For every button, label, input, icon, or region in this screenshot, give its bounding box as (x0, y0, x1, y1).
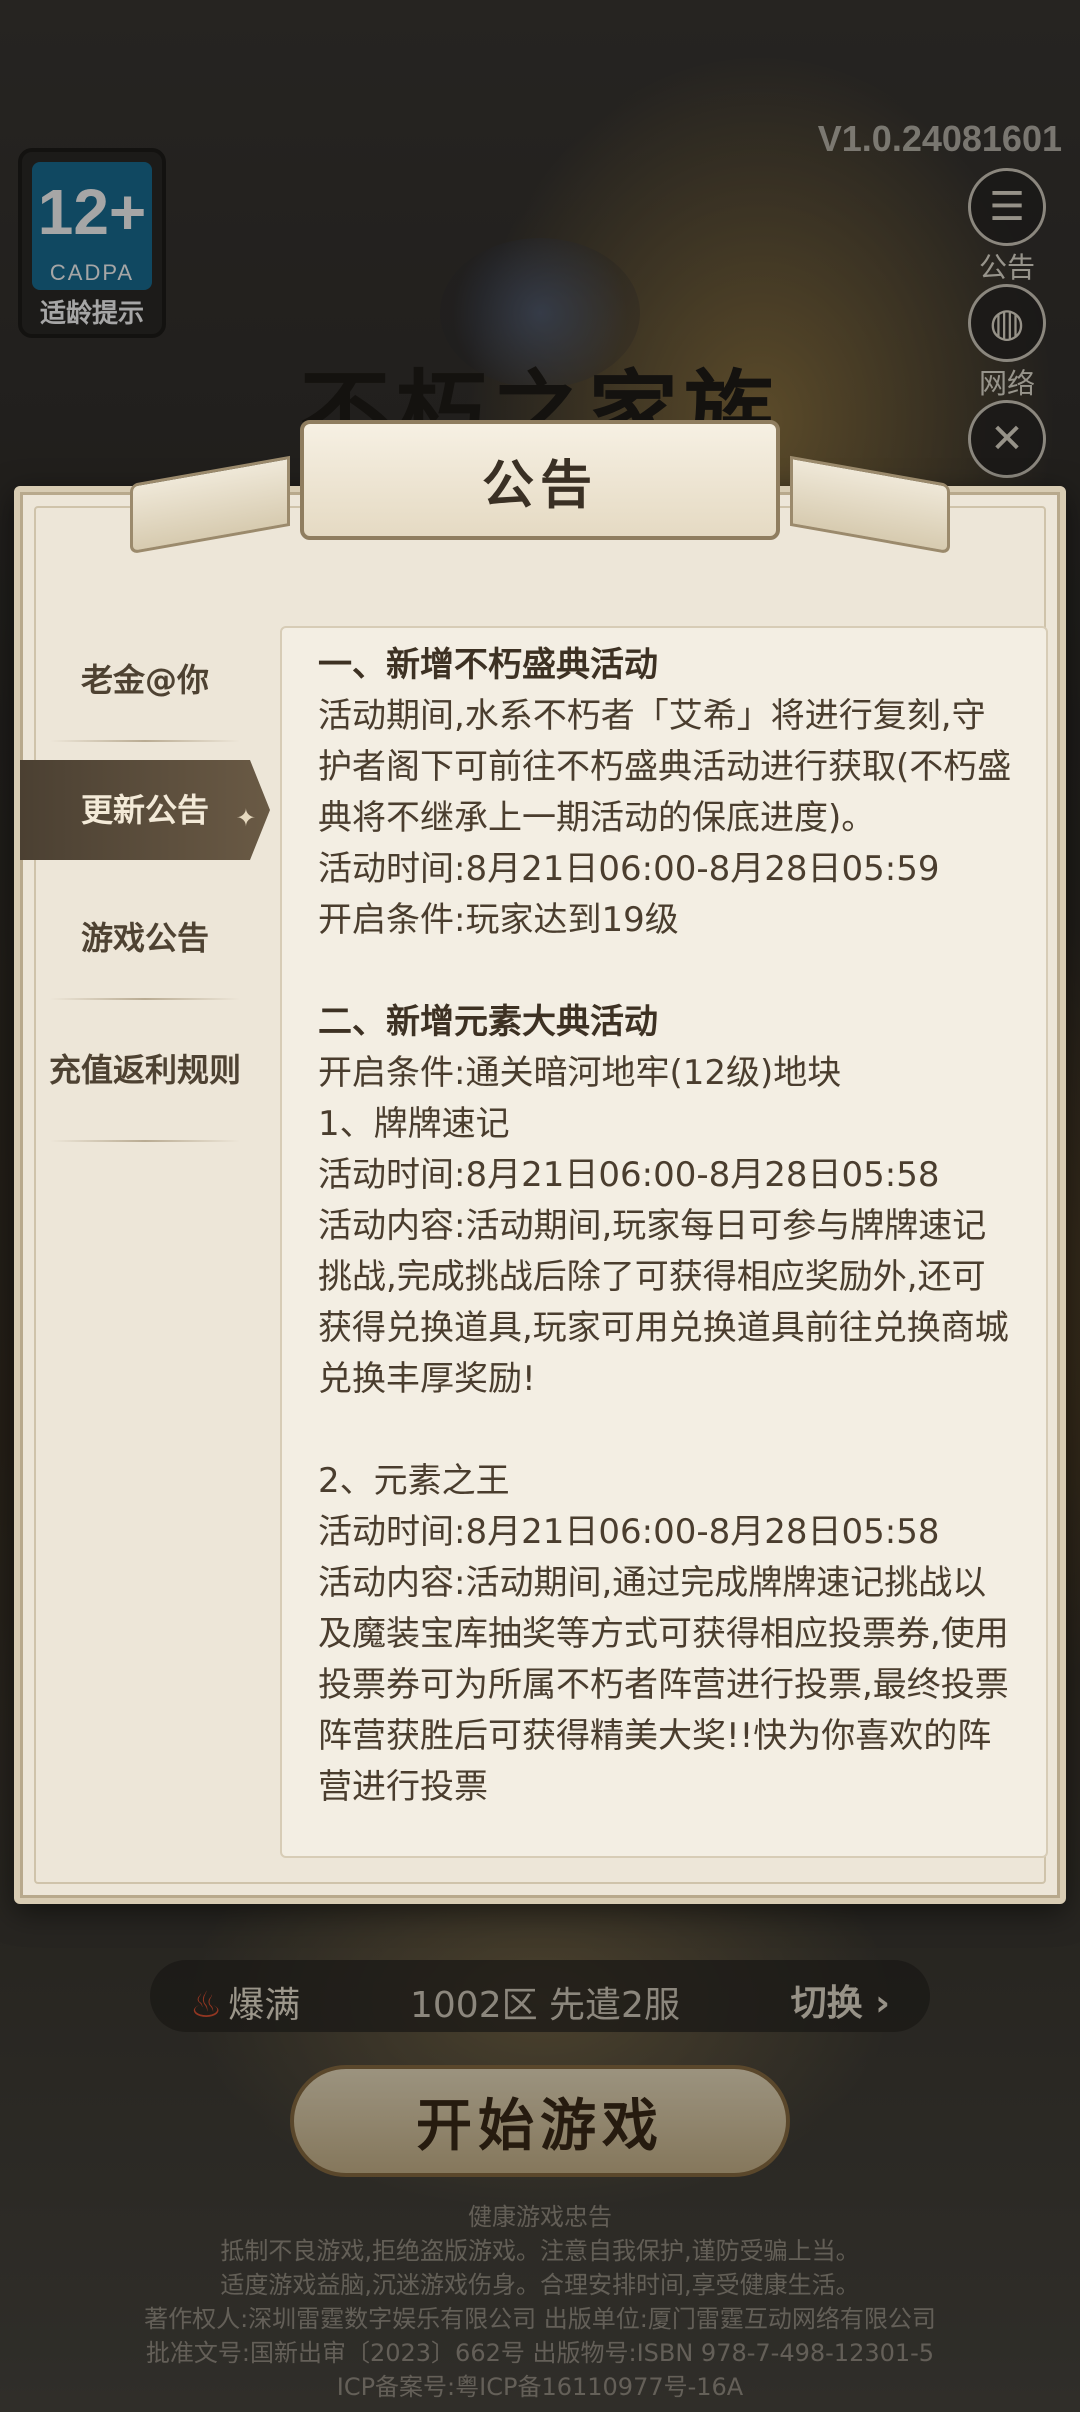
unlock-condition: 开启条件:玩家达到19级 (318, 900, 679, 940)
announcement-tabs: 老金@你 更新公告 游戏公告 充值返利规则 (20, 620, 270, 1142)
subsection-heading: 1、牌牌速记 (318, 1104, 510, 1144)
paragraph: 活动期间,水系不朽者「艾希」将进行复刻,守护者阁下可前往不朽盛典活动进行获取(不… (318, 696, 1012, 838)
tab-game-notice[interactable]: 游戏公告 (20, 878, 270, 998)
tab-divider (50, 1140, 240, 1142)
event-time: 活动时间:8月21日06:00-8月28日05:59 (318, 849, 940, 889)
tab-update-notice[interactable]: 更新公告 (20, 760, 270, 860)
tab-divider (50, 740, 240, 742)
event-time: 活动时间:8月21日06:00-8月28日05:58 (318, 1512, 940, 1552)
paragraph: 活动内容:活动期间,通过完成牌牌速记挑战以及魔装宝库抽奖等方式可获得相应投票券,… (318, 1563, 1009, 1807)
section-heading: 二、新增元素大典活动 (318, 1002, 658, 1042)
tab-recharge-rules[interactable]: 充值返利规则 (20, 1000, 270, 1140)
unlock-condition: 开启条件:通关暗河地牢(12级)地块 (318, 1053, 842, 1093)
tab-laojin[interactable]: 老金@你 (20, 620, 270, 740)
modal-title-banner: 公告 (300, 420, 780, 540)
event-time: 活动时间:8月21日06:00-8月28日05:58 (318, 1155, 940, 1195)
announcement-content: 一、新增不朽盛典活动 活动期间,水系不朽者「艾希」将进行复刻,守护者阁下可前往不… (282, 628, 1046, 1813)
section-heading: 一、新增不朽盛典活动 (318, 645, 658, 685)
subsection-heading: 2、元素之王 (318, 1461, 510, 1501)
modal-title: 公告 (481, 455, 598, 516)
paragraph: 活动内容:活动期间,玩家每日可参与牌牌速记挑战,完成挑战后除了可获得相应奖励外,… (318, 1206, 1009, 1399)
announcement-content-panel[interactable]: 一、新增不朽盛典活动 活动期间,水系不朽者「艾希」将进行复刻,守护者阁下可前往不… (280, 626, 1048, 1858)
